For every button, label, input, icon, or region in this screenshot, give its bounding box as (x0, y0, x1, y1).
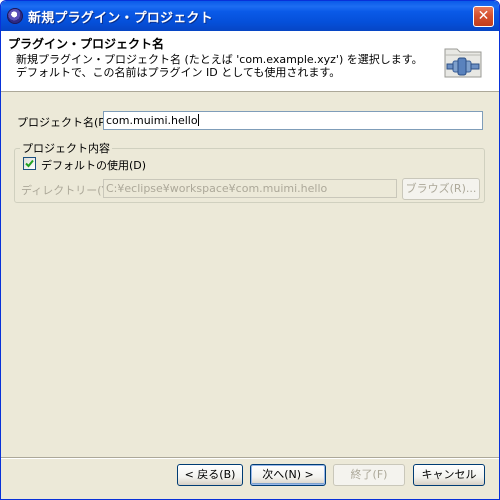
cancel-button[interactable]: キャンセル (413, 464, 485, 486)
close-button[interactable]: ✕ (473, 6, 494, 27)
wizard-banner: プラグイン・プロジェクト名 新規プラグイン・プロジェクト名 (たとえば 'com… (1, 31, 499, 92)
directory-input[interactable]: C:¥eclipse¥workspace¥com.muimi.hello (103, 179, 397, 198)
use-default-checkbox[interactable] (23, 157, 36, 170)
eclipse-icon (7, 8, 23, 24)
browse-button[interactable]: ブラウズ(R)... (402, 178, 480, 200)
footer-separator (1, 457, 499, 459)
close-icon: ✕ (477, 8, 490, 24)
finish-button[interactable]: 終了(F) (333, 464, 405, 486)
wizard-dialog: 新規プラグイン・プロジェクト ✕ プラグイン・プロジェクト名 新規プラグイン・プ… (0, 0, 500, 500)
directory-label: ディレクトリー(Y): (21, 184, 117, 197)
checkmark-icon (25, 159, 34, 168)
project-contents-legend: プロジェクト内容 (20, 140, 112, 156)
project-name-value: com.muimi.hello (106, 114, 198, 127)
title-bar[interactable]: 新規プラグイン・プロジェクト ✕ (1, 1, 499, 31)
text-caret (197, 114, 199, 126)
directory-value: C:¥eclipse¥workspace¥com.muimi.hello (106, 182, 328, 195)
window-title: 新規プラグイン・プロジェクト (28, 11, 213, 26)
project-name-input[interactable]: com.muimi.hello (103, 111, 483, 130)
page-title: プラグイン・プロジェクト名 (8, 37, 165, 51)
page-description: 新規プラグイン・プロジェクト名 (たとえば 'com.example.xyz')… (16, 53, 423, 79)
next-button[interactable]: 次へ(N) > (250, 464, 326, 486)
back-button[interactable]: < 戻る(B) (177, 464, 243, 486)
use-default-label[interactable]: デフォルトの使用(D) (41, 157, 146, 173)
project-name-label: プロジェクト名(P): (17, 116, 113, 129)
plugin-project-icon (444, 48, 482, 78)
